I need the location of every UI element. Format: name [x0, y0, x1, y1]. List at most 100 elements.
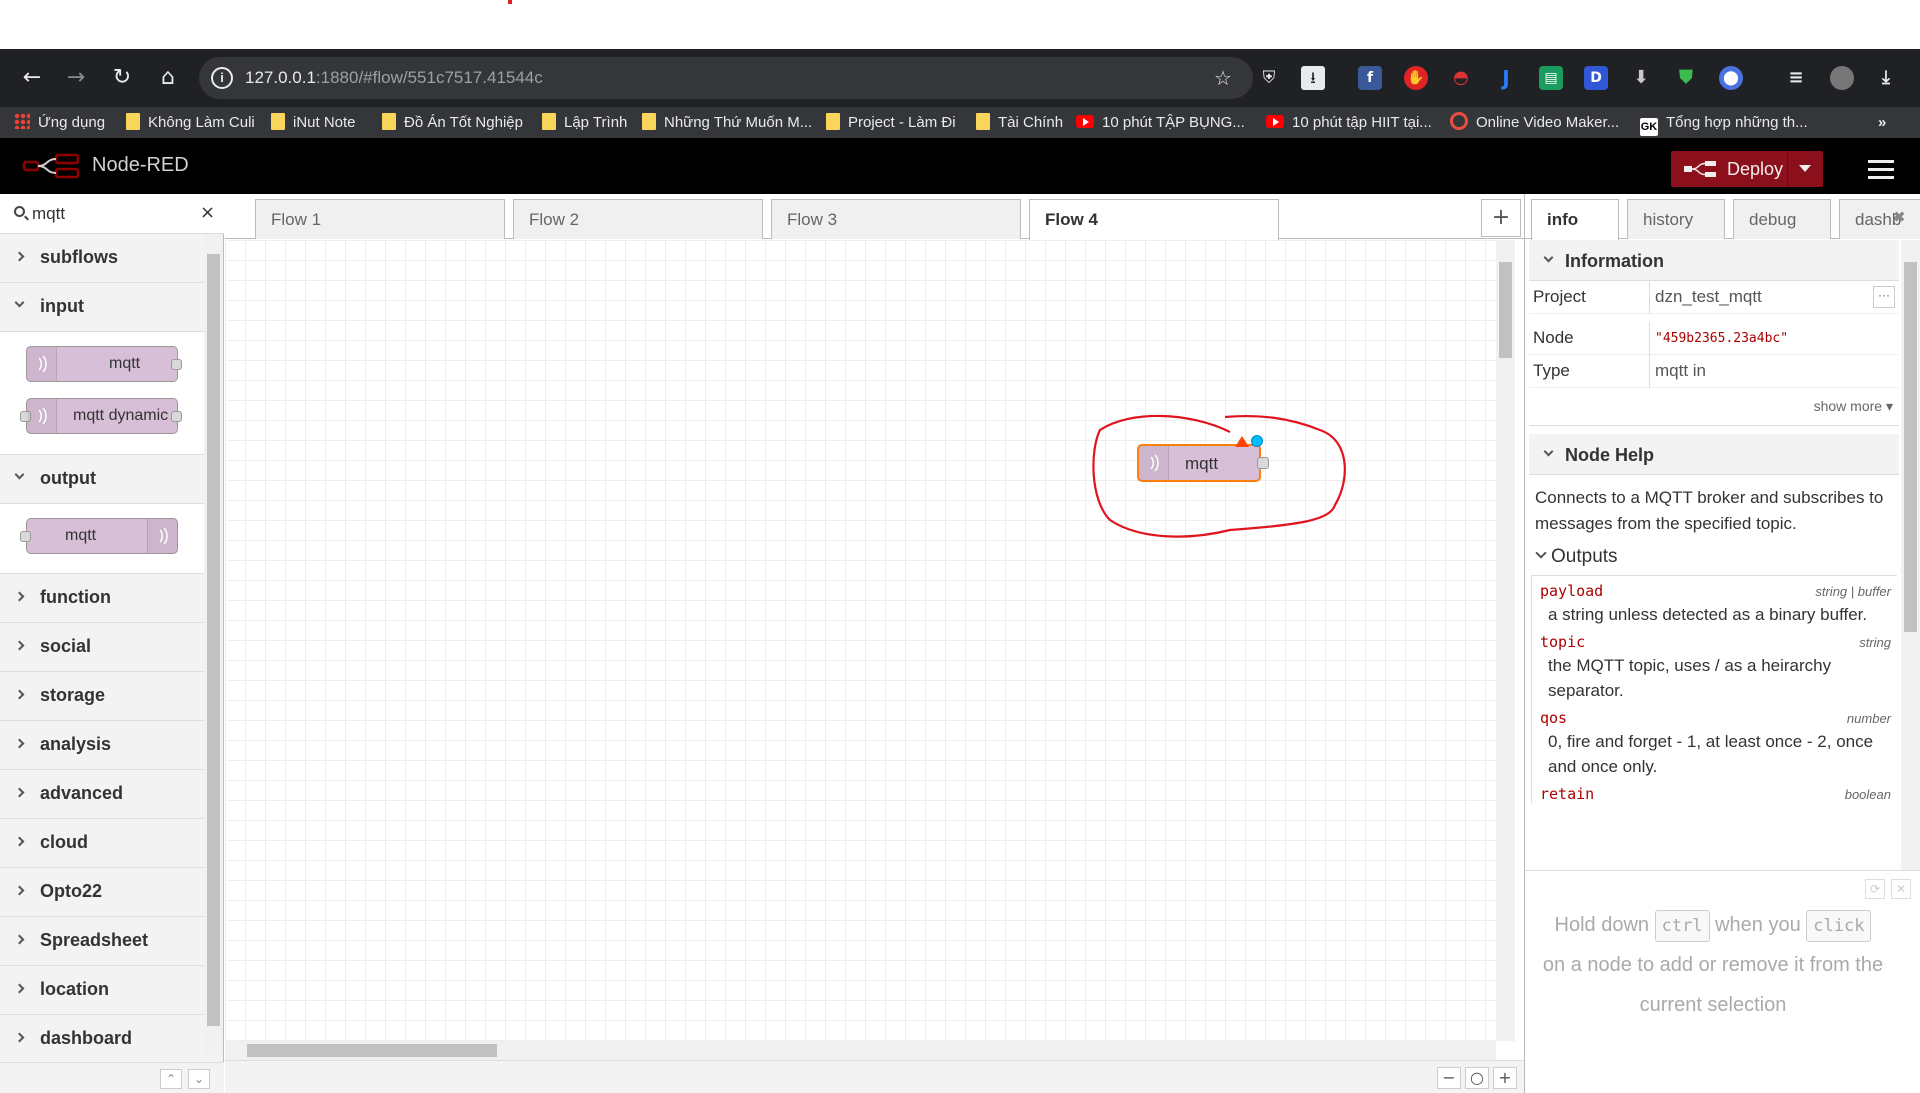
tab-flow-4[interactable]: Flow 4: [1029, 199, 1279, 240]
bookmark-youtube[interactable]: 10 phút TẬP BỤNG...: [1076, 112, 1245, 134]
bookmark-folder[interactable]: Lập Trình: [542, 112, 627, 134]
add-flow-button[interactable]: +: [1481, 199, 1521, 237]
flow-node-label: mqtt: [1185, 454, 1219, 473]
category-label: Opto22: [40, 881, 103, 901]
bookmark-star-icon[interactable]: ☆: [1211, 66, 1235, 90]
tab-flow-2[interactable]: Flow 2: [513, 199, 763, 239]
category-output[interactable]: output: [0, 455, 204, 504]
bookmark-apps[interactable]: Ứng dụng: [14, 112, 105, 134]
bookmark-youtube[interactable]: 10 phút tập HIIT tại...: [1266, 112, 1432, 134]
deploy-button[interactable]: Deploy: [1671, 151, 1823, 187]
node-help-section-header[interactable]: Node Help: [1529, 434, 1899, 475]
category-analysis[interactable]: analysis: [0, 721, 204, 770]
bookmark-folder[interactable]: Không Làm Culi: [126, 112, 255, 134]
category-cloud[interactable]: cloud: [0, 819, 204, 868]
bookmark-folder[interactable]: Project - Làm Đi: [826, 112, 956, 134]
scroll-thumb[interactable]: [1904, 262, 1917, 632]
palette-search[interactable]: mqtt ×: [0, 194, 224, 234]
page-top-strip: [0, 0, 1920, 49]
palette-node-mqtt-dynamic[interactable]: mqtt dynamic: [20, 398, 182, 434]
deploy-dropdown-icon[interactable]: [1799, 165, 1811, 172]
ext-j-icon[interactable]: J: [1494, 66, 1518, 90]
ext-blue-circle-icon[interactable]: ⬤: [1719, 66, 1743, 90]
close-tab-icon[interactable]: ✖: [1893, 208, 1906, 226]
more-icon[interactable]: ···: [1873, 286, 1895, 308]
tab-history[interactable]: history: [1627, 199, 1725, 239]
zoom-in-button[interactable]: +: [1493, 1067, 1517, 1089]
workspace-canvas[interactable]: mqtt: [225, 240, 1496, 1041]
sidebar-tips-tray: ⟳ ✕ Hold down ctrl when you click on a n…: [1525, 870, 1920, 1093]
clear-search-icon[interactable]: ×: [200, 202, 215, 223]
close-tip-icon[interactable]: ✕: [1891, 879, 1911, 899]
category-opto22[interactable]: Opto22: [0, 868, 204, 917]
tab-info[interactable]: info: [1531, 199, 1619, 240]
category-location[interactable]: location: [0, 966, 204, 1015]
bookmark-label: Ứng dụng: [38, 114, 106, 131]
facebook-ext-icon[interactable]: f: [1358, 66, 1382, 90]
bookmarks-overflow[interactable]: »: [1878, 112, 1886, 134]
output-desc: a string unless detected as a binary buf…: [1548, 605, 1868, 624]
ext-shield-green-icon[interactable]: ⛊: [1674, 66, 1698, 90]
tab-flow-1[interactable]: Flow 1: [255, 199, 505, 239]
tab-flow-3[interactable]: Flow 3: [771, 199, 1021, 239]
forward-icon[interactable]: →: [60, 62, 92, 94]
information-section-header[interactable]: Information: [1529, 240, 1899, 281]
back-icon[interactable]: ←: [16, 62, 48, 94]
chevron-down-icon: [14, 297, 25, 308]
output-type: string: [1859, 635, 1891, 650]
shield-icon[interactable]: ⛨: [1257, 66, 1281, 90]
home-icon[interactable]: ⌂: [152, 62, 184, 94]
palette-node-mqtt-in[interactable]: mqtt: [26, 346, 182, 382]
palette-scrollbar[interactable]: [204, 234, 223, 1054]
scroll-thumb[interactable]: [207, 254, 220, 1026]
sidebar-scrollbar[interactable]: [1901, 240, 1920, 870]
palette-node-mqtt-out[interactable]: mqtt: [20, 518, 178, 554]
category-storage[interactable]: storage: [0, 672, 204, 721]
address-bar[interactable]: i 127.0.0.1:1880/#flow/551c7517.41544c ☆…: [199, 57, 1325, 99]
collapse-all-icon[interactable]: ⌃: [160, 1069, 182, 1089]
ext-sheet-icon[interactable]: ▤: [1539, 66, 1563, 90]
reload-icon[interactable]: ↻: [106, 62, 138, 94]
download-page-icon[interactable]: ⭳: [1301, 66, 1325, 90]
refresh-tip-icon[interactable]: ⟳: [1865, 879, 1885, 899]
tab-debug[interactable]: debug: [1733, 199, 1831, 239]
profile-avatar[interactable]: [1830, 66, 1854, 90]
category-advanced[interactable]: advanced: [0, 770, 204, 819]
ext-red-icon[interactable]: ◓: [1449, 66, 1473, 90]
ext-d-icon[interactable]: D: [1584, 66, 1608, 90]
bookmark-folder[interactable]: iNut Note: [271, 112, 356, 134]
category-function[interactable]: function: [0, 574, 204, 623]
flow-node-mqtt-in[interactable]: mqtt: [1137, 435, 1269, 482]
bookmark-folder[interactable]: Đồ Án Tốt Nghiệp: [382, 112, 523, 134]
scroll-thumb[interactable]: [1499, 262, 1512, 358]
bookmark-folder[interactable]: Những Thứ Muốn M...: [642, 112, 812, 134]
category-dashboard[interactable]: dashboard: [0, 1015, 204, 1054]
main-menu-icon[interactable]: [1868, 160, 1894, 180]
category-input[interactable]: input: [0, 283, 204, 332]
bookmark-gk[interactable]: GK Tổng hợp những th...: [1640, 112, 1808, 136]
prop-value: "459b2365.23a4bc": [1655, 331, 1789, 346]
expand-all-icon[interactable]: ⌄: [188, 1069, 210, 1089]
palette-search-input[interactable]: mqtt: [32, 204, 65, 224]
workspace-horizontal-scrollbar[interactable]: [225, 1041, 1496, 1060]
category-social[interactable]: social: [0, 623, 204, 672]
show-more-link[interactable]: show more ▾: [1529, 388, 1899, 426]
zoom-reset-button[interactable]: ○: [1465, 1067, 1489, 1089]
bookmark-video-maker[interactable]: Online Video Maker...: [1450, 112, 1619, 134]
prop-key: Type: [1533, 361, 1570, 380]
workspace-vertical-scrollbar[interactable]: [1496, 240, 1515, 1041]
tab-dashboard[interactable]: dashb: [1839, 199, 1920, 239]
scroll-thumb[interactable]: [247, 1044, 497, 1057]
adblock-ext-icon[interactable]: ✋: [1404, 66, 1428, 90]
category-subflows[interactable]: subflows: [0, 234, 204, 283]
outputs-header[interactable]: Outputs: [1529, 541, 1899, 575]
site-info-icon[interactable]: i: [211, 67, 233, 89]
media-control-icon[interactable]: ≡: [1784, 66, 1808, 90]
bookmark-folder[interactable]: Tài Chính: [976, 112, 1063, 134]
ext-download-icon[interactable]: ⬇: [1629, 66, 1653, 90]
url-path: :1880/#flow/551c7517.41544c: [315, 68, 543, 87]
downloads-icon[interactable]: ⤓: [1874, 66, 1898, 90]
zoom-out-button[interactable]: −: [1437, 1067, 1461, 1089]
category-spreadsheet[interactable]: Spreadsheet: [0, 917, 204, 966]
output-port[interactable]: [1257, 457, 1269, 469]
